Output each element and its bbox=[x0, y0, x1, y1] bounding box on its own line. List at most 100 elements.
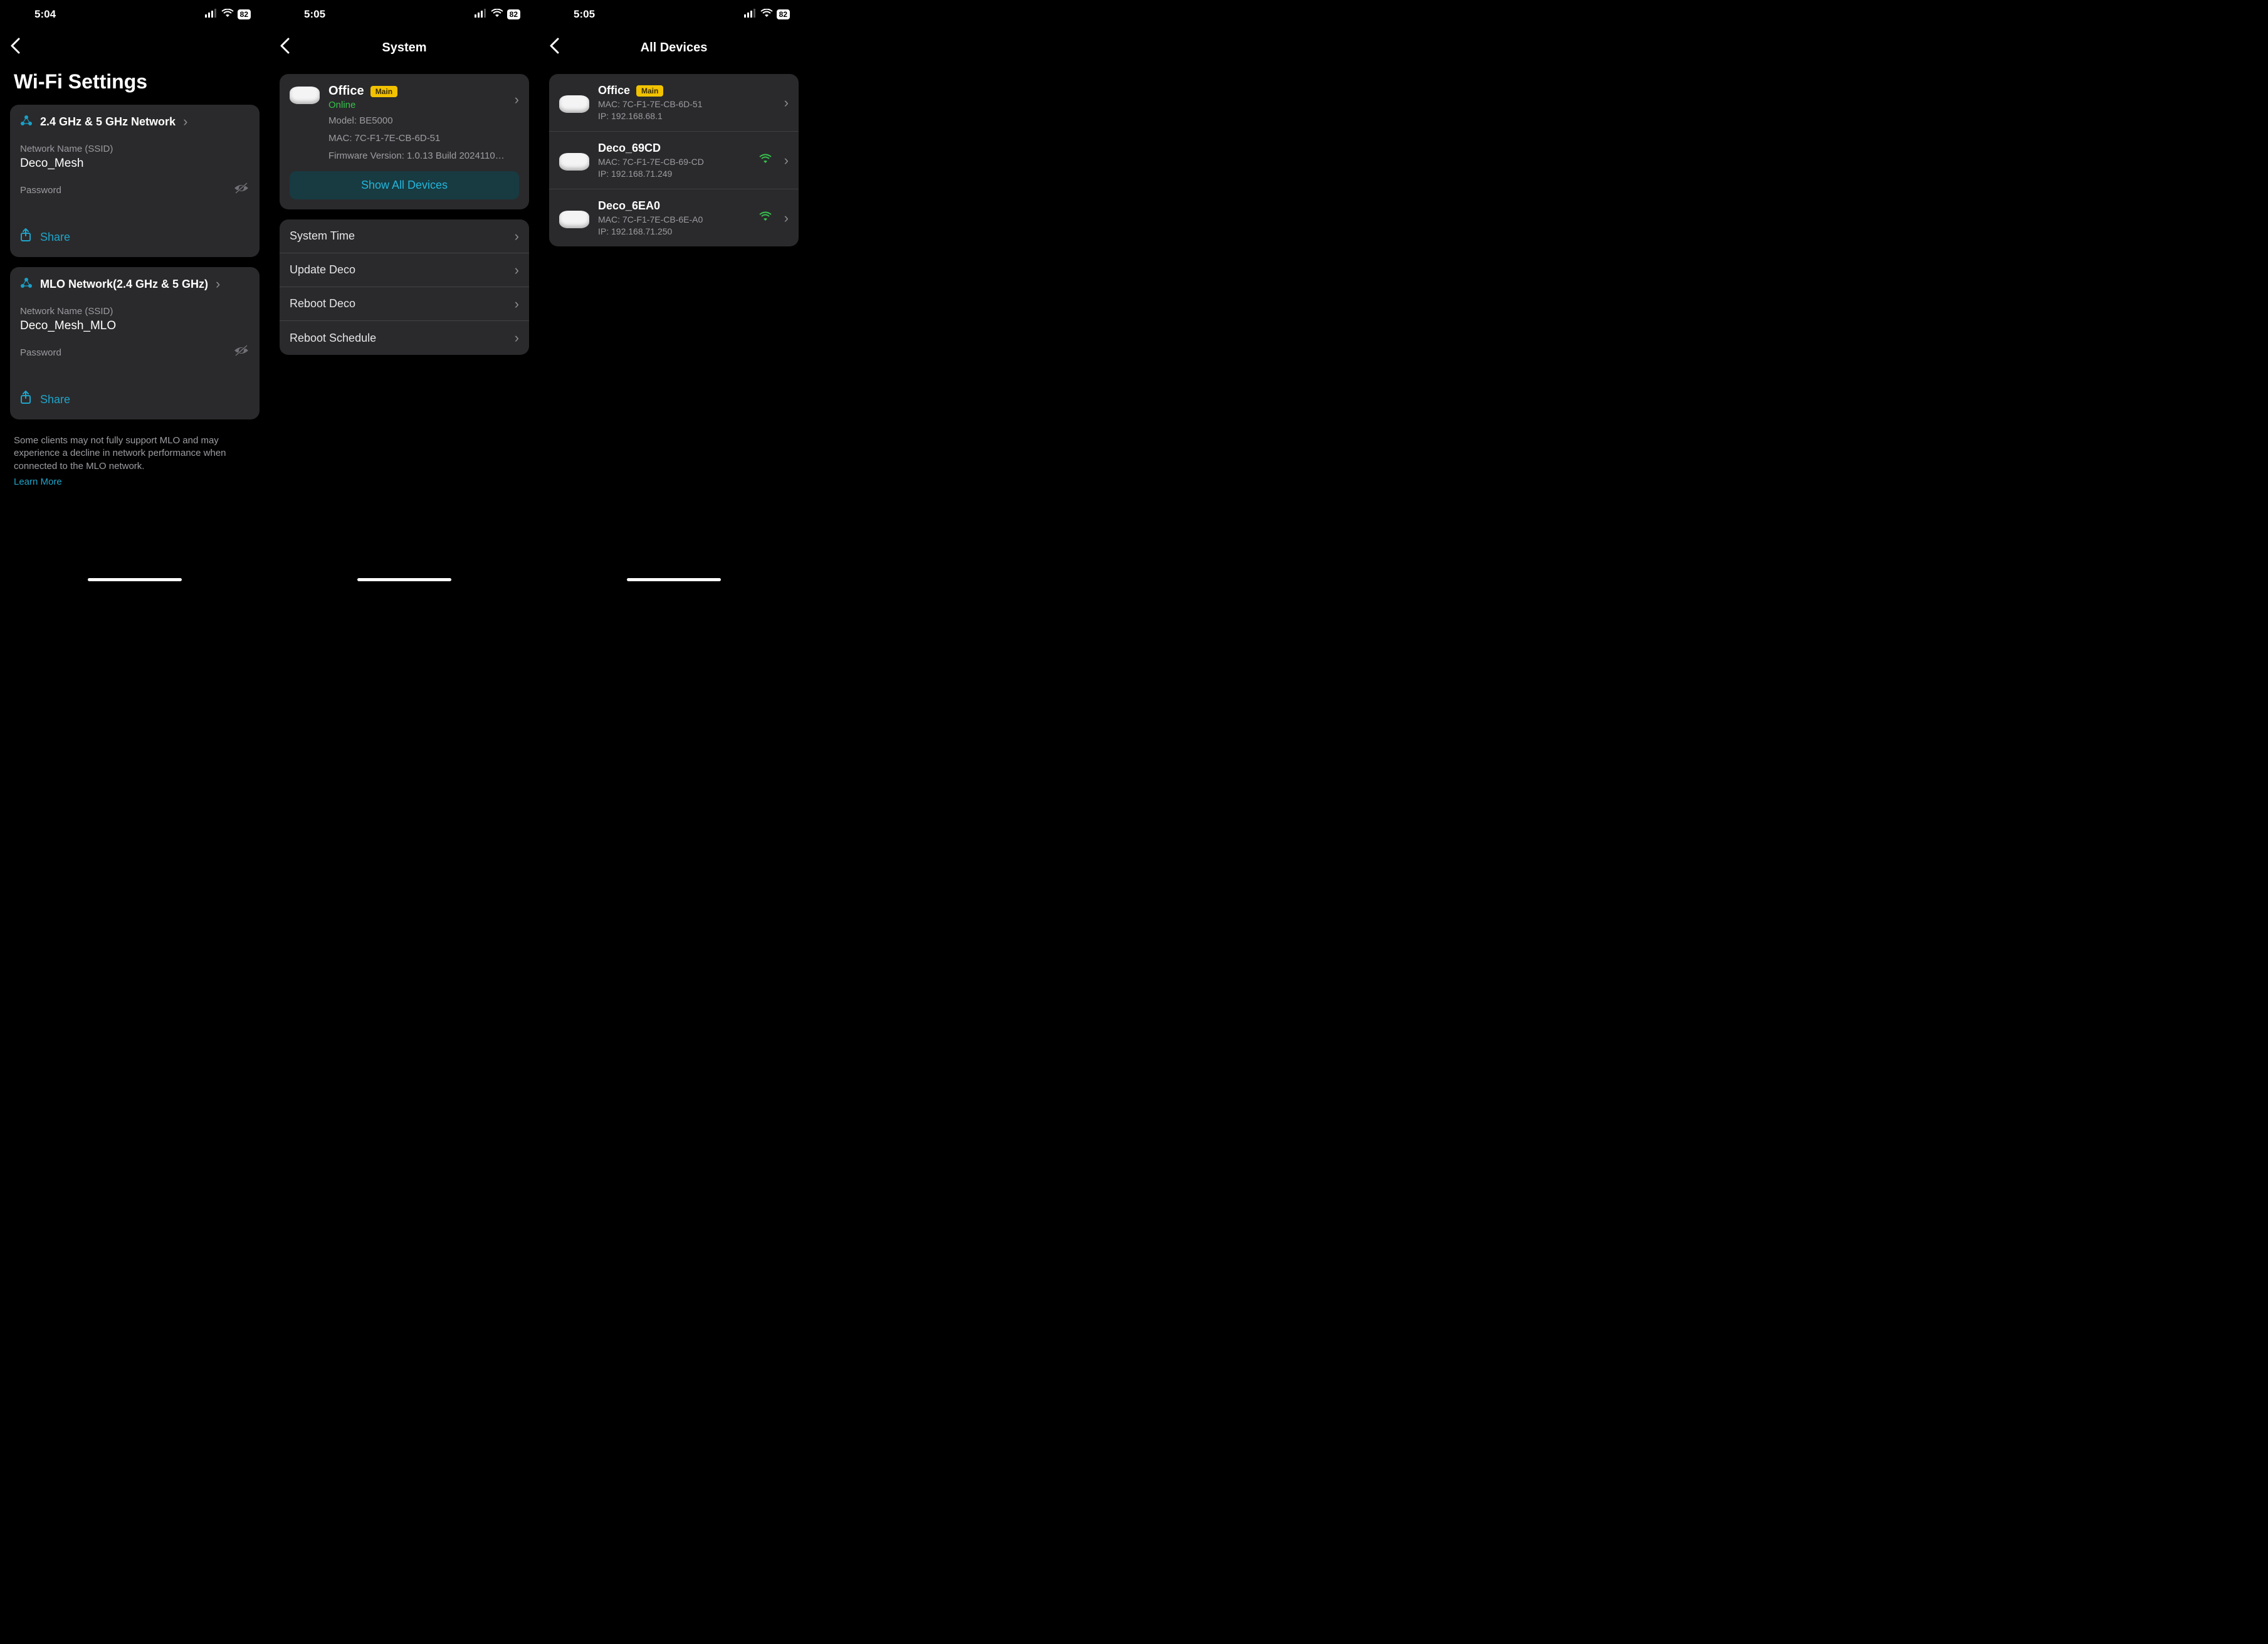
battery-icon: 82 bbox=[777, 9, 790, 19]
back-button[interactable] bbox=[280, 38, 298, 58]
chevron-right-icon: › bbox=[784, 96, 789, 110]
screen-wifi-settings: 5:04 82 Wi-Fi Settings 2.4 GHz & 5 GHz N… bbox=[0, 0, 270, 586]
menu-reboot-deco[interactable]: Reboot Deco › bbox=[280, 287, 529, 321]
device-name: Deco_69CD bbox=[598, 142, 661, 155]
deco-unit-icon bbox=[559, 211, 589, 228]
share-label: Share bbox=[40, 231, 70, 244]
device-row[interactable]: Office Main MAC: 7C-F1-7E-CB-6D-51 IP: 192.… bbox=[549, 74, 799, 131]
eye-off-icon[interactable] bbox=[233, 182, 249, 198]
screen-all-devices: 5:05 82 All Devices Office Main MAC: 7C-F1… bbox=[539, 0, 809, 586]
ssid-label: Network Name (SSID) bbox=[10, 305, 260, 318]
menu-update-deco[interactable]: Update Deco › bbox=[280, 253, 529, 287]
network-header-label: MLO Network(2.4 GHz & 5 GHz) bbox=[40, 278, 208, 291]
mac-value: 7C-F1-7E-CB-6D-51 bbox=[355, 133, 441, 144]
show-all-devices-button[interactable]: Show All Devices bbox=[290, 171, 519, 199]
share-icon bbox=[20, 391, 31, 408]
model-value: BE5000 bbox=[359, 115, 392, 126]
wifi-signal-icon bbox=[759, 211, 772, 224]
page-title: System bbox=[270, 41, 539, 55]
page-title: Wi-Fi Settings bbox=[0, 66, 270, 105]
battery-icon: 82 bbox=[238, 9, 251, 19]
mlo-note: Some clients may not fully support MLO a… bbox=[0, 429, 270, 473]
share-label: Share bbox=[40, 393, 70, 406]
share-icon bbox=[20, 228, 31, 246]
home-indicator[interactable] bbox=[627, 578, 721, 581]
share-button[interactable]: Share bbox=[10, 218, 260, 257]
device-name: Deco_6EA0 bbox=[598, 199, 660, 213]
device-name: Office bbox=[328, 84, 364, 98]
wifi-signal-icon bbox=[759, 154, 772, 167]
chevron-right-icon: › bbox=[183, 115, 187, 129]
fw-label: Firmware Version: bbox=[328, 150, 404, 161]
menu-reboot-schedule[interactable]: Reboot Schedule › bbox=[280, 321, 529, 355]
deco-unit-icon bbox=[290, 87, 320, 104]
cellular-icon bbox=[205, 8, 218, 21]
password-label: Password bbox=[20, 347, 61, 358]
device-ip: IP: 192.168.71.250 bbox=[598, 226, 750, 236]
device-mac: MAC: 7C-F1-7E-CB-69-CD bbox=[598, 157, 750, 167]
wifi-icon bbox=[760, 8, 773, 21]
status-time: 5:05 bbox=[304, 8, 325, 21]
menu-system-time[interactable]: System Time › bbox=[280, 219, 529, 253]
main-badge: Main bbox=[636, 85, 663, 97]
device-ip: IP: 192.168.68.1 bbox=[598, 111, 775, 121]
chevron-right-icon: › bbox=[515, 93, 519, 107]
deco-unit-icon bbox=[559, 153, 589, 171]
device-list: Office Main MAC: 7C-F1-7E-CB-6D-51 IP: 192.… bbox=[549, 74, 799, 246]
mac-label: MAC: bbox=[328, 133, 352, 144]
header: System bbox=[270, 29, 539, 66]
chevron-right-icon: › bbox=[515, 263, 519, 277]
chevron-right-icon: › bbox=[216, 277, 220, 291]
device-ip: IP: 192.168.71.249 bbox=[598, 169, 750, 179]
header bbox=[0, 29, 270, 66]
status-time: 5:05 bbox=[574, 8, 595, 21]
status-bar: 5:05 82 bbox=[270, 0, 539, 29]
battery-icon: 82 bbox=[507, 9, 520, 19]
back-button[interactable] bbox=[10, 38, 29, 58]
ssid-value[interactable]: Deco_Mesh bbox=[10, 155, 260, 177]
device-mac: MAC: 7C-F1-7E-CB-6D-51 bbox=[598, 99, 775, 109]
deco-unit-icon bbox=[559, 95, 589, 113]
device-status: Online bbox=[328, 100, 506, 110]
network-header-row[interactable]: MLO Network(2.4 GHz & 5 GHz) › bbox=[10, 267, 260, 301]
page-title: All Devices bbox=[539, 41, 809, 55]
wifi-icon bbox=[221, 8, 234, 21]
network-header-row[interactable]: 2.4 GHz & 5 GHz Network › bbox=[10, 105, 260, 139]
cellular-icon bbox=[475, 8, 487, 21]
wifi-icon bbox=[491, 8, 503, 21]
status-bar: 5:04 82 bbox=[0, 0, 270, 29]
device-row[interactable]: Deco_69CD MAC: 7C-F1-7E-CB-69-CD IP: 192.1… bbox=[549, 131, 799, 189]
screen-system: 5:05 82 System Office Main Online bbox=[270, 0, 539, 586]
chevron-right-icon: › bbox=[784, 154, 789, 167]
network-header-label: 2.4 GHz & 5 GHz Network bbox=[40, 115, 176, 129]
chevron-right-icon: › bbox=[515, 331, 519, 345]
network-icon bbox=[20, 115, 33, 129]
device-mac: MAC: 7C-F1-7E-CB-6E-A0 bbox=[598, 214, 750, 224]
device-row[interactable]: Deco_6EA0MAC: 7C-F1-7E-CB-6E-A0 IP: 192.1… bbox=[549, 189, 799, 246]
ssid-value[interactable]: Deco_Mesh_MLO bbox=[10, 318, 260, 339]
main-badge: Main bbox=[370, 86, 397, 97]
system-menu: System Time › Update Deco › Reboot Deco … bbox=[280, 219, 529, 355]
home-indicator[interactable] bbox=[88, 578, 182, 581]
chevron-right-icon: › bbox=[784, 211, 789, 225]
chevron-right-icon: › bbox=[515, 297, 519, 311]
fw-value: 1.0.13 Build 20241108 Rel. 48... bbox=[407, 150, 506, 161]
network-icon bbox=[20, 277, 33, 292]
ssid-label: Network Name (SSID) bbox=[10, 142, 260, 155]
network-card-dualband: 2.4 GHz & 5 GHz Network › Network Name (… bbox=[10, 105, 260, 257]
learn-more-link[interactable]: Learn More bbox=[0, 473, 270, 491]
model-label: Model: bbox=[328, 115, 357, 126]
status-time: 5:04 bbox=[34, 8, 56, 21]
share-button[interactable]: Share bbox=[10, 381, 260, 419]
password-label: Password bbox=[20, 185, 61, 196]
back-button[interactable] bbox=[549, 38, 568, 58]
device-name: Office bbox=[598, 84, 630, 97]
header: All Devices bbox=[539, 29, 809, 66]
main-device-card[interactable]: Office Main Online Model: BE5000 MAC: 7C… bbox=[280, 74, 529, 209]
chevron-right-icon: › bbox=[515, 229, 519, 243]
home-indicator[interactable] bbox=[357, 578, 451, 581]
status-bar: 5:05 82 bbox=[539, 0, 809, 29]
cellular-icon bbox=[744, 8, 757, 21]
network-card-mlo: MLO Network(2.4 GHz & 5 GHz) › Network N… bbox=[10, 267, 260, 419]
eye-off-icon[interactable] bbox=[233, 344, 249, 361]
